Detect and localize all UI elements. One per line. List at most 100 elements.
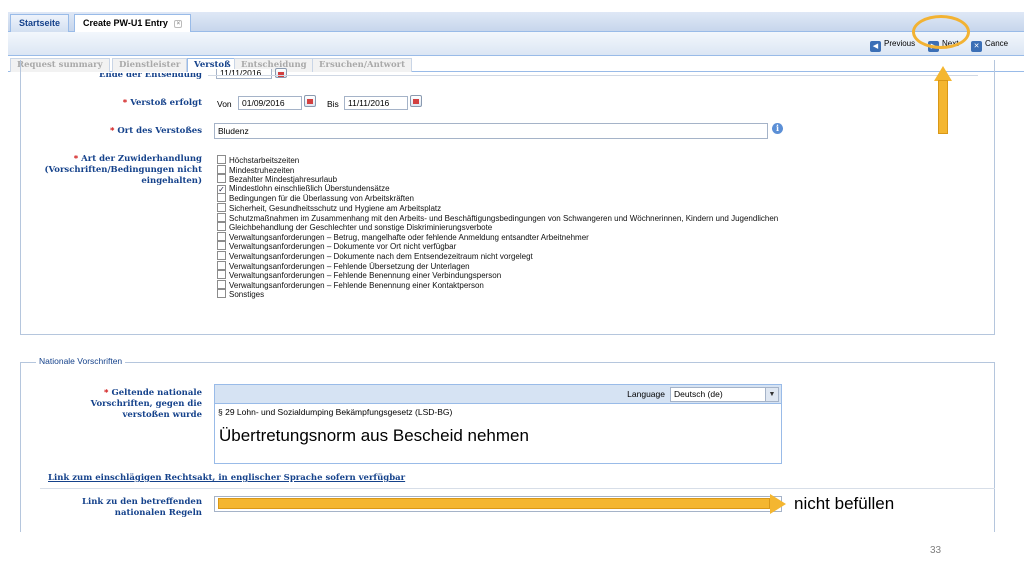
close-icon[interactable]: × [174,20,183,28]
annotation-arrow-head [934,66,952,81]
checkbox[interactable] [217,193,226,203]
verstoss-erfolgt-text: Verstoß erfolgt [130,98,202,108]
von-date-input[interactable]: 01/09/2016 [238,96,302,110]
national-rules-editor[interactable]: Language Deutsch (de) ▼ § 29 Lohn- und S… [214,384,782,464]
art-label-line3: eingehalten) [141,176,202,186]
annotation-arrow-head [770,494,786,514]
tab-startseite[interactable]: Startseite [10,14,70,32]
language-select-value: Deutsch (de) [674,389,723,399]
violation-checkbox-list: Höchstarbeitszeiten Mindestruhezeiten Be… [217,155,917,299]
link-nationale-regeln-label: Link zu den betreffenden nationalen Rege… [82,497,202,519]
von-label: Von [217,99,232,109]
previous-label: Previous [884,39,916,48]
close-icon: ✕ [971,41,982,52]
annotation-callout: nicht befüllen [794,494,895,513]
chevron-down-icon[interactable]: ▼ [765,388,778,401]
annotation-text: Übertretungsnorm aus Bescheid nehmen [219,426,529,445]
checkbox-item[interactable]: Sicherheit, Gesundheitsschutz und Hygien… [217,202,917,213]
calendar-icon[interactable] [275,68,287,78]
law-text: § 29 Lohn- und Sozialdumping Bekämpfungs… [218,407,453,417]
checkbox-item[interactable]: Gleichbehandlung der Geschlechter und so… [217,222,917,232]
art-label-line1: * Art der Zuwiderhandlung [44,154,202,165]
divider [208,75,978,76]
geltende-line2: Vorschriften, gegen die [90,399,202,409]
checkbox-item[interactable]: Bedingungen für die Überlassung von Arbe… [217,193,917,203]
checkbox[interactable] [217,231,226,241]
highlight-ellipse [912,15,970,49]
checkbox-item[interactable]: Verwaltungsanforderungen – Fehlende Über… [217,260,917,271]
checkbox-item[interactable]: Höchstarbeitszeiten [217,155,917,165]
bis-date-input[interactable]: 11/11/2016 [344,96,408,110]
checkbox-label: Sicherheit, Gesundheitsschutz und Hygien… [229,203,442,213]
checkbox[interactable] [217,212,226,222]
language-bar: Language Deutsch (de) ▼ [215,385,781,404]
checkbox-item[interactable]: Schutzmaßnahmen im Zusammenhang mit den … [217,212,917,223]
link-regeln-line1: Link zu den betreffenden [82,497,202,507]
checkbox[interactable] [217,222,226,232]
calendar-icon[interactable] [304,95,316,107]
checkbox-label: Verwaltungsanforderungen – Dokumente nac… [229,251,533,261]
cancel-button[interactable]: ✕ Cance [971,37,1009,52]
required-mark: * [104,388,109,398]
info-icon[interactable]: i [772,123,783,134]
geltende-line1-text: Geltende nationale [111,388,202,398]
art-label-line2: (Vorschriften/Bedingungen nicht [44,165,202,175]
checkbox-label: Gleichbehandlung der Geschlechter und so… [229,223,493,233]
art-label-line1-text: Art der Zuwiderhandlung [81,154,202,164]
language-select[interactable]: Deutsch (de) ▼ [670,387,779,402]
checkbox-item[interactable]: Verwaltungsanforderungen – Fehlende Bene… [217,270,917,280]
ort-des-verstosses-text: Ort des Verstoßes [117,126,202,136]
required-mark: * [73,154,79,164]
checkbox-item[interactable]: ✓ Mindestlohn einschließlich Überstundens… [217,184,917,194]
language-label: Language [627,389,665,399]
checkbox-item[interactable]: Sonstiges [217,289,917,299]
ende-der-entsendung-field[interactable]: 11/11/2016 [216,69,272,79]
checkbox[interactable] [217,279,226,289]
checkbox-label: Sonstiges [229,290,265,300]
checkbox[interactable] [217,164,226,174]
tab-label: Startseite [19,18,61,28]
link-regeln-line2: nationalen Regeln [114,508,202,518]
checkbox-label: Verwaltungsanforderungen – Fehlende Bene… [229,271,502,281]
required-mark: * [122,98,128,108]
calendar-icon[interactable] [410,95,422,107]
checkbox-label: Mindestlohn einschließlich Überstundensä… [229,183,390,193]
rechtsakt-link[interactable]: Link zum einschlägigen Rechtsakt, in eng… [48,473,405,483]
geltende-line1: * Geltende nationale [91,388,202,399]
checkbox-item[interactable]: Verwaltungsanforderungen – Dokumente nac… [217,250,917,261]
checkbox[interactable] [217,241,226,251]
checkbox[interactable] [217,270,226,280]
geltende-vorschriften-label: * Geltende nationale Vorschriften, gegen… [91,388,202,421]
art-der-zuwiderhandlung-label: * Art der Zuwiderhandlung (Vorschriften/… [44,154,202,187]
checkbox-label: Höchstarbeitszeiten [229,156,300,165]
checkbox[interactable] [217,250,226,260]
cancel-label: Cance [985,39,1009,48]
top-tab-bar: Startseite Create PW-U1 Entry × [8,12,1024,33]
tab-create-pw-u1-entry[interactable]: Create PW-U1 Entry × [74,14,192,33]
fieldset-legend: Nationale Vorschriften [36,356,126,366]
checkbox[interactable] [217,202,226,212]
divider [40,488,995,489]
bis-label: Bis [327,99,339,109]
checkbox[interactable] [217,155,226,164]
required-mark: * [109,126,115,136]
geltende-line3: verstoßen wurde [122,410,202,420]
page-number: 33 [930,545,942,556]
checkbox[interactable] [217,289,226,299]
checkbox-item[interactable]: Mindestruhezeiten [217,164,917,175]
toolbar: ◀ Previous ▶ Next ✕ Cance [8,32,1024,56]
previous-button[interactable]: ◀ Previous [870,37,916,52]
checkbox-item[interactable]: Bezahlter Mindestjahresurlaub [217,174,917,184]
annotation-arrow [218,498,770,509]
ort-des-verstosses-input[interactable]: Bludenz [214,123,768,139]
checkbox-item[interactable]: Verwaltungsanforderungen – Dokumente vor… [217,241,917,251]
checkbox-item[interactable]: Verwaltungsanforderungen – Betrug, mange… [217,231,917,242]
annotation-arrow [938,80,948,134]
checkbox-item[interactable]: Verwaltungsanforderungen – Fehlende Bene… [217,279,917,290]
checkbox[interactable] [217,174,226,184]
checkbox-label: Verwaltungsanforderungen – Fehlende Bene… [229,280,484,290]
arrow-left-icon: ◀ [870,41,881,52]
checkbox-label: Verwaltungsanforderungen – Dokumente vor… [229,242,457,252]
verstoss-erfolgt-label: * Verstoß erfolgt [123,98,202,109]
checkbox[interactable] [217,260,226,270]
